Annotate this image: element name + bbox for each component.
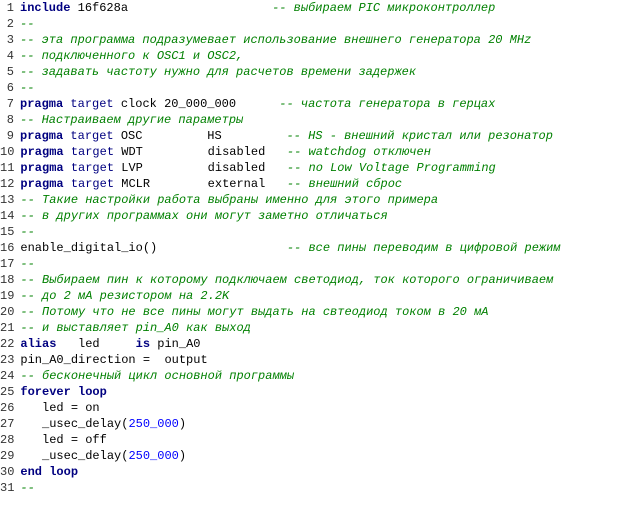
- line-content: --: [20, 480, 629, 496]
- line-number: 20: [0, 304, 20, 320]
- line-number: 11: [0, 160, 20, 176]
- table-row: 12pragma target MCLR external -- внешний…: [0, 176, 629, 192]
- table-row: 4-- подключенного к OSC1 и OSC2,: [0, 48, 629, 64]
- line-content: _usec_delay(250_000): [20, 448, 629, 464]
- table-row: 21-- и выставляет pin_A0 как выход: [0, 320, 629, 336]
- table-row: 10pragma target WDT disabled -- watchdog…: [0, 144, 629, 160]
- line-number: 15: [0, 224, 20, 240]
- table-row: 23pin_A0_direction = output: [0, 352, 629, 368]
- table-row: 26 led = on: [0, 400, 629, 416]
- table-row: 30end loop: [0, 464, 629, 480]
- line-number: 18: [0, 272, 20, 288]
- line-number: 14: [0, 208, 20, 224]
- line-content: _usec_delay(250_000): [20, 416, 629, 432]
- line-content: pragma target MCLR external -- внешний с…: [20, 176, 629, 192]
- line-content: led = on: [20, 400, 629, 416]
- line-content: pragma target LVP disabled -- no Low Vol…: [20, 160, 629, 176]
- line-number: 7: [0, 96, 20, 112]
- line-number: 25: [0, 384, 20, 400]
- line-content: led = off: [20, 432, 629, 448]
- line-number: 28: [0, 432, 20, 448]
- line-number: 1: [0, 0, 20, 16]
- line-number: 4: [0, 48, 20, 64]
- table-row: 9pragma target OSC HS -- HS - внешний кр…: [0, 128, 629, 144]
- table-row: 20-- Потому что не все пины могут выдать…: [0, 304, 629, 320]
- line-number: 16: [0, 240, 20, 256]
- line-content: -- задавать частоту нужно для расчетов в…: [20, 64, 629, 80]
- line-content: -- в других программах они могут заметно…: [20, 208, 629, 224]
- table-row: 11pragma target LVP disabled -- no Low V…: [0, 160, 629, 176]
- table-row: 29 _usec_delay(250_000): [0, 448, 629, 464]
- line-number: 6: [0, 80, 20, 96]
- line-content: -- эта программа подразумевает использов…: [20, 32, 629, 48]
- line-content: pragma target WDT disabled -- watchdog о…: [20, 144, 629, 160]
- line-number: 30: [0, 464, 20, 480]
- line-content: include 16f628a -- выбираем PIC микрокон…: [20, 0, 629, 16]
- table-row: 28 led = off: [0, 432, 629, 448]
- line-number: 3: [0, 32, 20, 48]
- line-number: 19: [0, 288, 20, 304]
- line-content: --: [20, 80, 629, 96]
- table-row: 14-- в других программах они могут замет…: [0, 208, 629, 224]
- code-editor: 1include 16f628a -- выбираем PIC микроко…: [0, 0, 629, 531]
- line-number: 29: [0, 448, 20, 464]
- line-content: alias led is pin_A0: [20, 336, 629, 352]
- line-number: 17: [0, 256, 20, 272]
- table-row: 13-- Такие настройки работа выбраны имен…: [0, 192, 629, 208]
- table-row: 25forever loop: [0, 384, 629, 400]
- line-content: -- Настраиваем другие параметры: [20, 112, 629, 128]
- table-row: 6--: [0, 80, 629, 96]
- line-number: 2: [0, 16, 20, 32]
- line-number: 8: [0, 112, 20, 128]
- line-content: pragma target clock 20_000_000 -- частот…: [20, 96, 629, 112]
- line-content: -- подключенного к OSC1 и OSC2,: [20, 48, 629, 64]
- line-content: enable_digital_io() -- все пины переводи…: [20, 240, 629, 256]
- table-row: 3-- эта программа подразумевает использо…: [0, 32, 629, 48]
- line-content: forever loop: [20, 384, 629, 400]
- table-row: 31--: [0, 480, 629, 496]
- line-content: -- и выставляет pin_A0 как выход: [20, 320, 629, 336]
- line-content: pragma target OSC HS -- HS - внешний кри…: [20, 128, 629, 144]
- line-number: 9: [0, 128, 20, 144]
- line-content: -- до 2 мА резистором на 2.2K: [20, 288, 629, 304]
- table-row: 18-- Выбираем пин к которому подключаем …: [0, 272, 629, 288]
- line-content: -- бесконечный цикл основной программы: [20, 368, 629, 384]
- line-number: 23: [0, 352, 20, 368]
- line-number: 24: [0, 368, 20, 384]
- table-row: 27 _usec_delay(250_000): [0, 416, 629, 432]
- line-number: 22: [0, 336, 20, 352]
- line-number: 26: [0, 400, 20, 416]
- line-number: 10: [0, 144, 20, 160]
- line-number: 27: [0, 416, 20, 432]
- table-row: 16enable_digital_io() -- все пины перево…: [0, 240, 629, 256]
- line-number: 31: [0, 480, 20, 496]
- line-content: --: [20, 256, 629, 272]
- line-content: -- Потому что не все пины могут выдать н…: [20, 304, 629, 320]
- line-number: 5: [0, 64, 20, 80]
- table-row: 5-- задавать частоту нужно для расчетов …: [0, 64, 629, 80]
- table-row: 22alias led is pin_A0: [0, 336, 629, 352]
- table-row: 17--: [0, 256, 629, 272]
- line-number: 12: [0, 176, 20, 192]
- table-row: 2--: [0, 16, 629, 32]
- line-number: 13: [0, 192, 20, 208]
- line-content: --: [20, 224, 629, 240]
- table-row: 24-- бесконечный цикл основной программы: [0, 368, 629, 384]
- line-content: end loop: [20, 464, 629, 480]
- table-row: 19-- до 2 мА резистором на 2.2K: [0, 288, 629, 304]
- table-row: 8-- Настраиваем другие параметры: [0, 112, 629, 128]
- table-row: 7pragma target clock 20_000_000 -- часто…: [0, 96, 629, 112]
- line-content: -- Выбираем пин к которому подключаем св…: [20, 272, 629, 288]
- table-row: 1include 16f628a -- выбираем PIC микроко…: [0, 0, 629, 16]
- line-number: 21: [0, 320, 20, 336]
- line-content: --: [20, 16, 629, 32]
- line-content: -- Такие настройки работа выбраны именно…: [20, 192, 629, 208]
- line-content: pin_A0_direction = output: [20, 352, 629, 368]
- table-row: 15--: [0, 224, 629, 240]
